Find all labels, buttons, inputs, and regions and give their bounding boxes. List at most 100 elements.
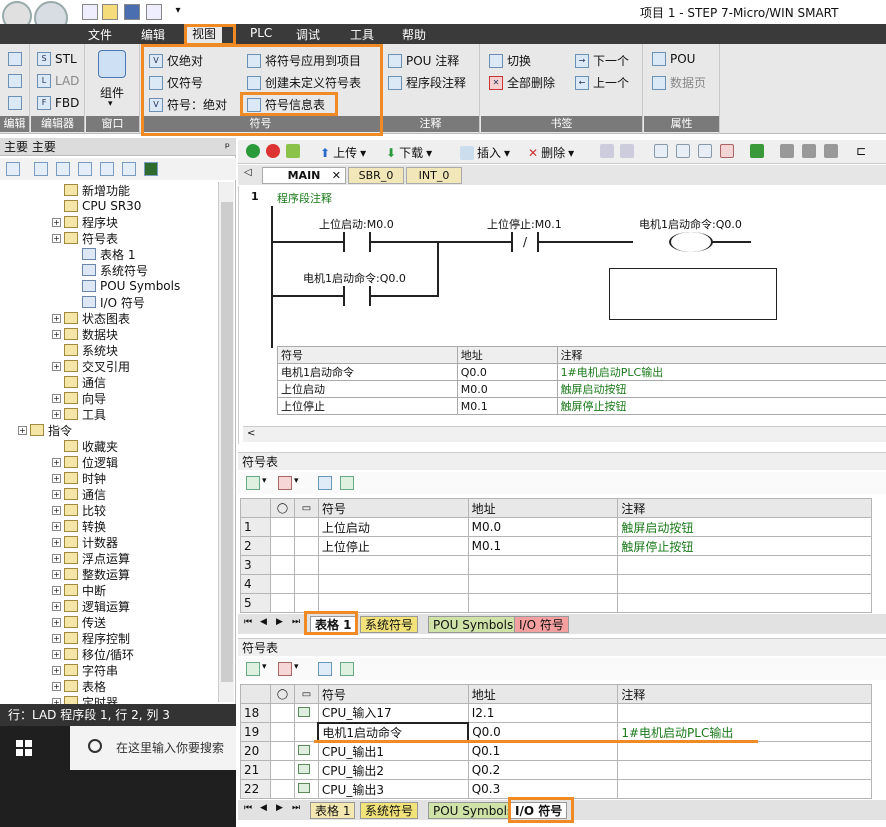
goto-icon[interactable] [750, 144, 764, 158]
tree-item[interactable]: + 转换 [52, 518, 106, 534]
absolute-only-button[interactable]: V 仅绝对 [149, 52, 203, 69]
stl-small-icon[interactable] [8, 52, 22, 66]
tab2-next-icon[interactable]: ▶ [276, 803, 283, 813]
tree-item[interactable]: 系统块 [52, 342, 118, 358]
grid-row[interactable]: 18 CPU_输入17 I2.1 [240, 703, 872, 723]
tree-item[interactable]: + 交叉引用 [52, 358, 130, 374]
grid-cell[interactable] [467, 574, 619, 594]
tree-item[interactable]: + 状态图表 [52, 310, 130, 326]
expand-icon[interactable]: + [52, 569, 61, 579]
expand-icon[interactable]: + [52, 521, 61, 531]
pou-comment-button[interactable]: POU 注释 [388, 52, 459, 69]
delete-all-bookmarks-button[interactable]: ✕ 全部删除 [489, 74, 555, 91]
tab-first-icon[interactable]: ⏮ [244, 617, 252, 627]
bookmark-toggle-icon[interactable] [654, 144, 668, 158]
grid-cell[interactable] [317, 593, 469, 613]
grid-row[interactable]: 3 [240, 555, 872, 575]
symbol-options-icon[interactable] [318, 476, 332, 490]
tree-item[interactable]: + 计数器 [52, 534, 118, 550]
apply-symbols-button[interactable]: 将符号应用到项目 [247, 52, 361, 69]
menu-view[interactable]: 视图 [186, 24, 223, 44]
grid-cell[interactable]: M0.1 [467, 536, 619, 556]
taskbar-search-box[interactable]: 在这里输入你要搜索 [70, 726, 236, 770]
symbol-absolute-button[interactable]: V 符号：绝对 [149, 96, 227, 113]
delete-row-2-icon[interactable] [278, 662, 292, 676]
grid-cell[interactable] [617, 760, 872, 780]
bookmark-prev-icon[interactable] [676, 144, 690, 158]
row-number[interactable]: 4 [240, 574, 271, 594]
tab-pou-symbols[interactable]: POU Symbols [428, 616, 519, 633]
tab-scroll-left-icon[interactable]: ◁ [244, 167, 252, 178]
tree-tool-4-icon[interactable] [78, 162, 92, 176]
expand-icon[interactable]: + [52, 489, 61, 499]
network-comment[interactable]: 程序段注释 [277, 190, 332, 206]
prev-bookmark-button[interactable]: ← 上一个 [575, 74, 629, 91]
contact-stop-label[interactable]: 上位停止:M0.1 [487, 216, 562, 232]
network-delete-icon[interactable] [620, 144, 634, 158]
component-dropdown-icon[interactable]: ▾ [108, 99, 113, 109]
tree-tool-6-icon[interactable] [122, 162, 136, 176]
menu-plc[interactable]: PLC [250, 26, 272, 40]
tree-item[interactable]: + 中断 [52, 582, 106, 598]
table-row[interactable]: 上位启动 M0.0 触屏启动按钮 [277, 380, 886, 398]
apply-to-project-2-icon[interactable] [340, 662, 354, 676]
add-row-dropdown-icon[interactable]: ▾ [262, 476, 267, 486]
lock-icon[interactable] [780, 144, 794, 158]
grid-row[interactable]: 2 上位停止 M0.1 触屏停止按钮 [240, 536, 872, 556]
expand-icon[interactable]: + [52, 601, 61, 611]
tab-main[interactable]: MAIN ✕ [262, 167, 346, 184]
expand-icon[interactable]: + [52, 457, 61, 467]
tab2-table1[interactable]: 表格 1 [310, 802, 356, 819]
menu-help[interactable]: 帮助 [402, 26, 426, 43]
table-row[interactable]: 电机1启动命令 Q0.0 1#电机启动PLC输出 [277, 363, 886, 381]
open-folder-icon[interactable] [102, 4, 118, 20]
tree-item[interactable]: + 位逻辑 [52, 454, 118, 470]
new-file-icon[interactable] [82, 4, 98, 20]
menu-file[interactable]: 文件 [88, 26, 112, 43]
expand-icon[interactable]: + [52, 649, 61, 659]
grid-row[interactable]: 5 [240, 593, 872, 613]
print-icon[interactable] [146, 4, 162, 20]
lock-2-icon[interactable] [802, 144, 816, 158]
grid-row[interactable]: 22 CPU_输出3 Q0.3 [240, 779, 872, 799]
expand-icon[interactable]: + [52, 537, 61, 547]
expand-icon[interactable]: + [18, 425, 27, 435]
grid-cell[interactable]: 1#电机启动PLC输出 [617, 722, 872, 742]
tab2-prev-icon[interactable]: ◀ [260, 803, 267, 813]
tree-item[interactable]: POU Symbols [70, 278, 180, 294]
delete-button[interactable]: ✕ 删除 ▾ [528, 144, 574, 161]
grid-cell[interactable] [617, 555, 872, 575]
tree-item[interactable]: + 字符串 [52, 662, 118, 678]
quick-access-dropdown-icon[interactable]: ▾ [170, 4, 186, 20]
symbol-options-2-icon[interactable] [318, 662, 332, 676]
expand-icon[interactable]: + [52, 409, 61, 419]
expand-icon[interactable]: + [52, 393, 61, 403]
tree-item[interactable]: + 比较 [52, 502, 106, 518]
tab2-io-symbols[interactable]: I/O 符号 [510, 802, 568, 819]
compile-icon[interactable] [286, 144, 300, 158]
delete-row-dropdown-icon[interactable]: ▾ [294, 476, 299, 486]
tab-next-icon[interactable]: ▶ [276, 617, 283, 627]
menu-tools[interactable]: 工具 [350, 26, 374, 43]
next-bookmark-button[interactable]: → 下一个 [575, 52, 629, 69]
row-number[interactable]: 1 [240, 517, 271, 537]
tab-int0[interactable]: INT_0 [406, 167, 462, 184]
tree-item[interactable]: + 符号表 [52, 230, 118, 246]
upload-dropdown-icon[interactable]: ▾ [360, 146, 366, 160]
expand-icon[interactable]: + [52, 233, 61, 243]
grid-cell[interactable] [467, 593, 619, 613]
grid-cell[interactable]: CPU_输出3 [317, 779, 469, 799]
insert-dropdown-icon[interactable]: ▾ [504, 146, 510, 160]
insert-button[interactable]: 插入 ▾ [460, 144, 510, 161]
grid-cell[interactable] [467, 555, 619, 575]
grid-cell[interactable]: M0.0 [467, 517, 619, 537]
contact-hold[interactable] [343, 286, 371, 306]
tree-item[interactable]: + 时钟 [52, 470, 106, 486]
grid-cell[interactable]: CPU_输入17 [317, 703, 469, 723]
grid-cell[interactable] [317, 574, 469, 594]
network-insert-icon[interactable] [600, 144, 614, 158]
row-number[interactable]: 20 [240, 741, 271, 761]
grid-cell[interactable]: 上位启动 [317, 517, 469, 537]
component-icon[interactable] [98, 50, 126, 78]
expand-icon[interactable]: + [52, 633, 61, 643]
